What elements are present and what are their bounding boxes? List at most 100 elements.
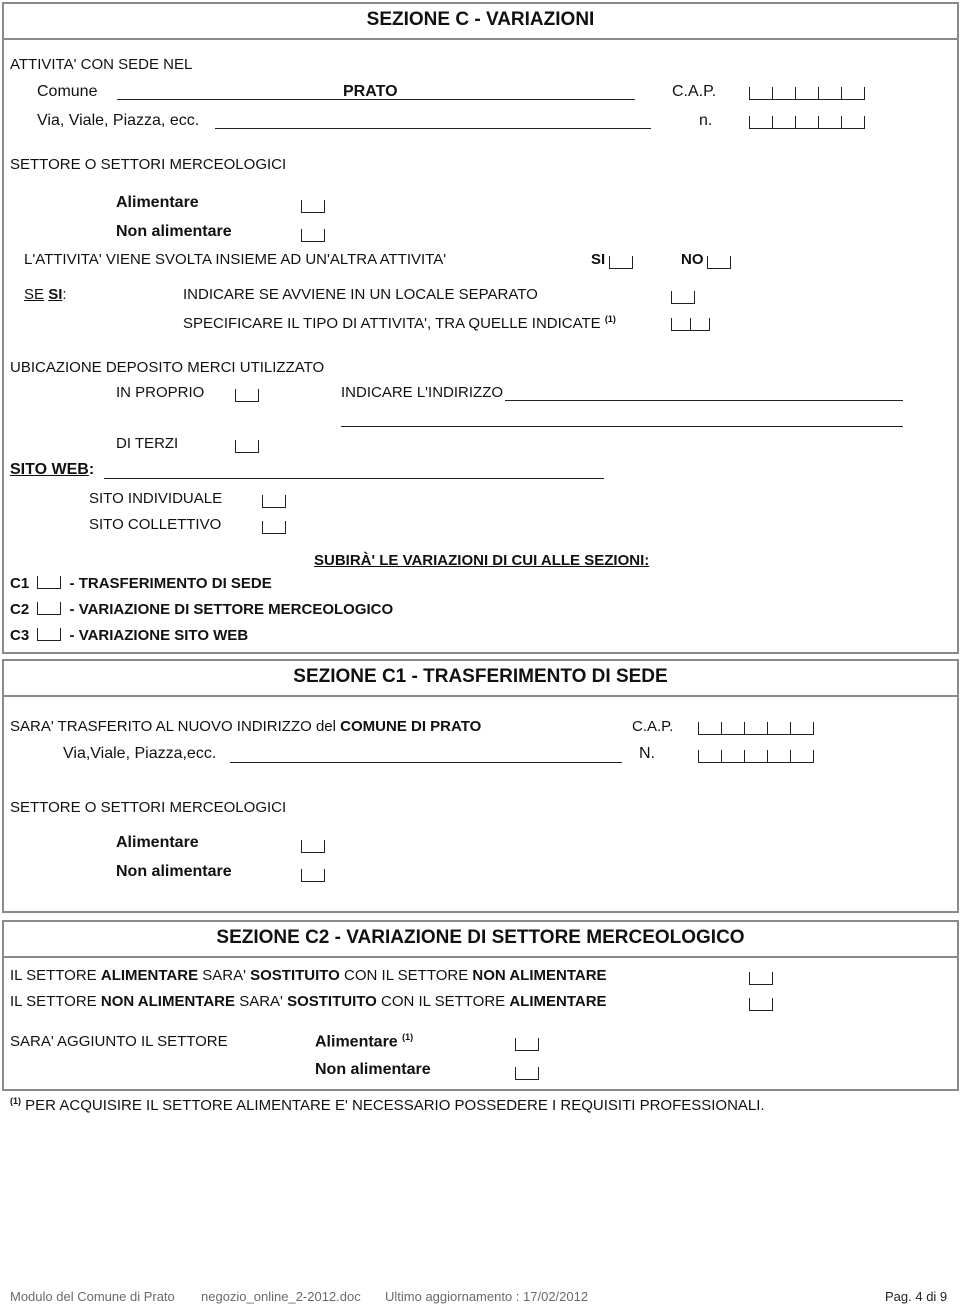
alimentare-checkbox[interactable]	[301, 199, 325, 216]
c1-alimentare-checkbox[interactable]	[301, 839, 325, 856]
numero-field[interactable]	[749, 116, 865, 129]
c1-numero-field[interactable]	[698, 750, 814, 763]
sito-individuale-checkbox[interactable]	[262, 494, 286, 511]
footnote-ref: (1)	[10, 1096, 21, 1106]
subira-label: SUBIRÀ' LE VARIAZIONI DI CUI ALLE SEZION…	[314, 552, 650, 569]
c1-cap-label: C.A.P.	[632, 718, 674, 735]
variazione-code: C2	[10, 601, 30, 618]
variazione-code: C3	[10, 627, 30, 644]
si-text: SI	[48, 286, 63, 303]
sito-collettivo-checkbox[interactable]	[262, 520, 286, 537]
in-proprio-label: IN PROPRIO	[116, 384, 205, 401]
via-field[interactable]	[215, 128, 651, 129]
c1-settori-label: SETTORE O SETTORI MERCEOLOGICI	[10, 799, 287, 816]
variazione-c3: C3 - VARIAZIONE SITO WEB	[10, 627, 248, 644]
variazione-c1-checkbox[interactable]	[37, 576, 62, 589]
comune-label: Comune	[37, 83, 98, 100]
c1-non-alimentare-label: Non alimentare	[116, 863, 232, 880]
text-bold: SOSTITUITO	[250, 967, 340, 984]
cap-label: C.A.P.	[672, 83, 717, 100]
c2-row2: IL SETTORE NON ALIMENTARE SARA' SOSTITUI…	[10, 993, 607, 1010]
trasferito-text: SARA' TRASFERITO AL NUOVO INDIRIZZO del	[10, 718, 341, 735]
indirizzo-field-1[interactable]	[505, 400, 903, 401]
locale-separato-label: INDICARE SE AVVIENE IN UN LOCALE SEPARAT…	[183, 286, 538, 303]
c1-numero-label: N.	[639, 745, 655, 762]
se-si-label: SE SI:	[24, 286, 67, 303]
colon: :	[88, 461, 95, 478]
si-checkbox[interactable]	[609, 255, 633, 272]
footnote-ref: (1)	[402, 1032, 414, 1042]
locale-separato-checkbox[interactable]	[671, 290, 695, 307]
variazione-c1: C1 - TRASFERIMENTO DI SEDE	[10, 575, 272, 592]
text: SARA'	[198, 967, 251, 984]
aggiunto-label: SARA' AGGIUNTO IL SETTORE	[10, 1033, 228, 1050]
text: SARA'	[235, 993, 288, 1010]
sito-web-field[interactable]	[104, 478, 604, 479]
altra-attivita-label: L'ATTIVITA' VIENE SVOLTA INSIEME AD UN'A…	[24, 251, 447, 268]
c2-non-alimentare-checkbox[interactable]	[515, 1066, 539, 1083]
c1-alimentare-label: Alimentare	[116, 834, 199, 851]
tipo-attivita-field[interactable]	[671, 318, 710, 331]
variazione-c2: C2 - VARIAZIONE DI SETTORE MERCEOLOGICO	[10, 601, 393, 618]
alimentare-text: Alimentare	[315, 1033, 398, 1051]
text: CON IL SETTORE	[376, 993, 510, 1010]
text-bold: NON ALIMENTARE	[472, 967, 607, 984]
se-text: SE	[24, 286, 45, 303]
variazione-label: - VARIAZIONE SITO WEB	[69, 627, 249, 644]
no-checkbox[interactable]	[707, 255, 731, 272]
colon: :	[62, 286, 67, 303]
section-c-title: SEZIONE C - VARIAZIONI	[4, 4, 957, 40]
text: IL SETTORE	[10, 967, 101, 984]
footer-modulo: Modulo del Comune di Prato	[10, 1289, 175, 1304]
text-bold: NON ALIMENTARE	[100, 993, 236, 1010]
di-terzi-checkbox[interactable]	[235, 439, 259, 456]
c2-row1-checkbox[interactable]	[749, 971, 773, 988]
text-bold: ALIMENTARE	[509, 993, 607, 1010]
tipo-attivita-label: SPECIFICARE IL TIPO DI ATTIVITA', TRA QU…	[183, 314, 616, 332]
comune-bold: COMUNE DI PRATO	[340, 718, 482, 735]
footer-aggiornamento: Ultimo aggiornamento : 17/02/2012	[385, 1289, 589, 1304]
c1-via-field[interactable]	[230, 762, 622, 763]
variazione-c3-checkbox[interactable]	[37, 628, 62, 641]
non-alimentare-label: Non alimentare	[116, 223, 232, 240]
sito-web-text: SITO WEB	[10, 461, 89, 478]
text-bold: ALIMENTARE	[100, 967, 199, 984]
c2-alimentare-checkbox[interactable]	[515, 1037, 539, 1054]
numero-label: n.	[699, 112, 713, 129]
indirizzo-field-2[interactable]	[341, 426, 903, 427]
variazione-c2-checkbox[interactable]	[37, 602, 62, 615]
di-terzi-label: DI TERZI	[116, 435, 179, 452]
si-label: SI	[591, 251, 606, 268]
tipo-attivita-text: SPECIFICARE IL TIPO DI ATTIVITA', TRA QU…	[183, 315, 601, 332]
variazione-label: - VARIAZIONE DI SETTORE MERCEOLOGICO	[69, 601, 394, 618]
settori-label: SETTORE O SETTORI MERCEOLOGICI	[10, 156, 287, 173]
footer-page: Pag. 4 di 9	[885, 1289, 948, 1304]
text: IL SETTORE	[10, 993, 101, 1010]
c2-alimentare-label: Alimentare (1)	[315, 1032, 413, 1051]
footnote-ref: (1)	[604, 314, 616, 324]
non-alimentare-checkbox[interactable]	[301, 228, 325, 245]
section-c2-title: SEZIONE C2 - VARIAZIONE DI SETTORE MERCE…	[4, 922, 957, 958]
indirizzo-label: INDICARE L'INDIRIZZO	[341, 384, 504, 401]
sito-collettivo-label: SITO COLLETTIVO	[89, 516, 222, 533]
variazione-code: C1	[10, 575, 30, 592]
variazione-label: - TRASFERIMENTO DI SEDE	[69, 575, 272, 592]
c1-cap-field[interactable]	[698, 722, 814, 735]
text-bold: SOSTITUITO	[287, 993, 377, 1010]
c1-non-alimentare-checkbox[interactable]	[301, 868, 325, 885]
c2-non-alimentare-label: Non alimentare	[315, 1061, 431, 1078]
via-label: Via, Viale, Piazza, ecc.	[37, 112, 200, 129]
sito-web-label: SITO WEB:	[10, 461, 94, 479]
comune-value: PRATO	[343, 83, 398, 100]
c2-row2-checkbox[interactable]	[749, 997, 773, 1014]
c1-via-label: Via,Viale, Piazza,ecc.	[63, 745, 217, 762]
section-c1-title: SEZIONE C1 - TRASFERIMENTO DI SEDE	[4, 661, 957, 697]
alimentare-label: Alimentare	[116, 194, 199, 211]
text: CON IL SETTORE	[339, 967, 473, 984]
sede-label: ATTIVITA' CON SEDE NEL	[10, 56, 193, 73]
footer-file: negozio_online_2-2012.doc	[201, 1289, 361, 1304]
c2-row1: IL SETTORE ALIMENTARE SARA' SOSTITUITO C…	[10, 967, 607, 984]
cap-field[interactable]	[749, 87, 865, 100]
no-label: NO	[681, 251, 704, 268]
in-proprio-checkbox[interactable]	[235, 388, 259, 405]
